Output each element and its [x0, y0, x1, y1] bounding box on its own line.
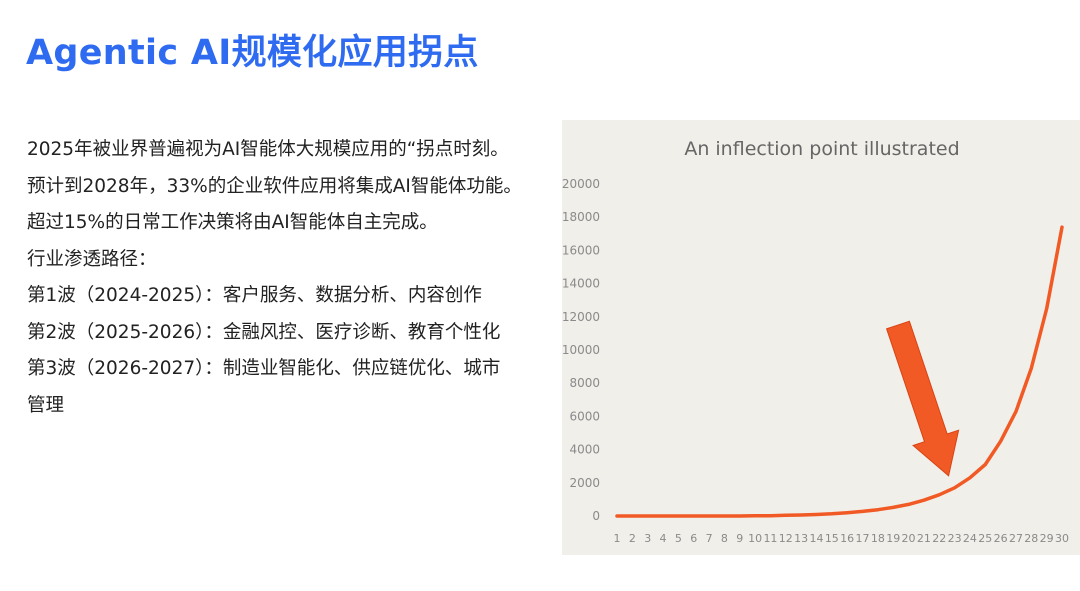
y-tick-label: 6000 [569, 409, 600, 423]
y-tick-label: 4000 [569, 443, 600, 457]
x-tick-label: 28 [1024, 532, 1038, 545]
x-tick-label: 12 [779, 532, 793, 545]
x-tick-label: 10 [748, 532, 762, 545]
x-tick-label: 30 [1055, 532, 1069, 545]
text-line: 行业渗透路径： [27, 248, 157, 270]
x-tick-label: 2 [629, 532, 636, 545]
x-tick-label: 25 [978, 532, 992, 545]
chart-title: An inflection point illustrated [684, 138, 959, 160]
x-tick-label: 21 [917, 532, 931, 545]
y-tick-label: 0 [592, 509, 600, 523]
arrow-annotation-icon [885, 320, 960, 477]
x-tick-label: 27 [1009, 532, 1023, 545]
x-tick-label: 26 [994, 532, 1008, 545]
y-tick-label: 20000 [562, 177, 600, 191]
text-line: 第2波（2025-2026）：金融风控、医疗诊断、教育个性化 [27, 321, 501, 343]
x-tick-label: 6 [690, 532, 697, 545]
y-tick-label: 14000 [562, 277, 600, 291]
x-tick-label: 7 [706, 532, 713, 545]
y-tick-label: 12000 [562, 310, 600, 324]
text-line: 预计到2028年，33%的企业软件应用将集成AI智能体功能。 [27, 175, 522, 197]
y-tick-label: 2000 [569, 476, 600, 490]
text-line: 2025年被业界普遍视为AI智能体大规模应用的“拐点时刻。 [27, 139, 509, 160]
x-tick-label: 18 [871, 532, 885, 545]
x-tick-label: 15 [825, 532, 839, 545]
x-tick-label: 1 [614, 532, 621, 545]
line-chart: An inflection point illustrated 0 2000 400… [562, 138, 1069, 545]
y-tick-label: 18000 [562, 210, 600, 224]
x-tick-label: 4 [660, 532, 667, 545]
x-tick-label: 3 [644, 532, 651, 545]
x-tick-label: 14 [809, 532, 823, 545]
text-line: 管理 [27, 394, 65, 416]
x-tick-label: 23 [948, 532, 962, 545]
text-line: 第3波（2026-2027）：制造业智能化、供应链优化、城市 [27, 358, 501, 379]
x-tick-label: 24 [963, 532, 977, 545]
y-tick-label: 16000 [562, 243, 600, 257]
x-tick-label: 22 [932, 532, 946, 545]
x-tick-label: 17 [856, 532, 870, 545]
body-text: 2025年被业界普遍视为AI智能体大规模应用的“拐点时刻。 预计到2028年，3… [27, 132, 547, 424]
x-tick-label: 16 [840, 532, 854, 545]
x-tick-label: 11 [763, 532, 777, 545]
x-tick-label: 5 [675, 532, 682, 545]
x-tick-label: 20 [902, 532, 916, 545]
slide-title: Agentic AI规模化应用拐点 [26, 33, 479, 73]
y-tick-label: 8000 [569, 376, 600, 390]
y-tick-label: 10000 [562, 343, 600, 357]
x-tick-label: 19 [886, 532, 900, 545]
chart-panel: An inflection point illustrated 0 2000 400… [562, 120, 1080, 555]
x-tick-label: 13 [794, 532, 808, 545]
x-tick-label: 29 [1040, 532, 1054, 545]
x-tick-label: 8 [721, 532, 728, 545]
text-line: 超过15%的日常工作决策将由AI智能体自主完成。 [27, 212, 438, 233]
x-tick-label: 9 [736, 532, 743, 545]
text-line: 第1波（2024-2025）：客户服务、数据分析、内容创作 [27, 285, 482, 306]
series-line [615, 225, 1064, 518]
